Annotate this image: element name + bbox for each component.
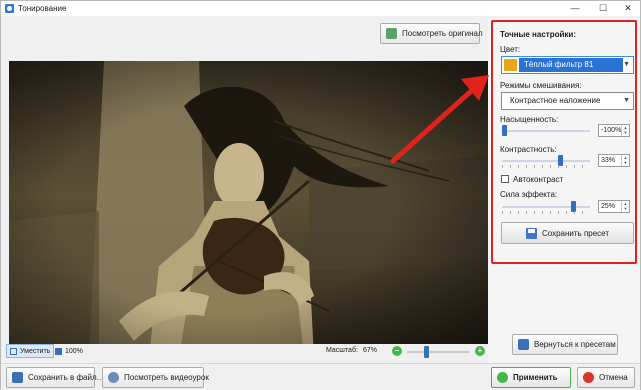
zoom-in-icon[interactable]: +: [475, 346, 485, 356]
zoom-slider-thumb[interactable]: [424, 346, 429, 358]
save-preset-button[interactable]: Сохранить пресет: [501, 222, 634, 244]
watch-video-label: Посмотреть видеоурок: [124, 373, 209, 382]
check-icon: [497, 372, 508, 383]
fine-settings-box: Точные настройки: Цвет: Тёплый фильтр 81…: [491, 20, 637, 264]
color-swatch: [504, 59, 517, 71]
close-button[interactable]: ✕: [618, 1, 638, 16]
scale-value: 67%: [363, 347, 378, 354]
app-icon: [5, 4, 14, 13]
maximize-button[interactable]: ☐: [593, 1, 613, 16]
blend-mode-label: Режимы смешивания:: [500, 81, 582, 90]
back-to-presets-label: Вернуться к пресетам: [534, 340, 616, 349]
zoom-strip: Уместить 100% Масштаб: 67% − +: [4, 344, 488, 359]
fit-icon: [10, 347, 17, 355]
cancel-button[interactable]: Отмена: [577, 367, 635, 388]
cancel-label: Отмена: [599, 373, 628, 382]
apply-label: Применить: [513, 373, 558, 382]
effect-strength-label: Сила эффекта:: [500, 190, 558, 199]
effect-strength-value: 25%: [601, 203, 616, 210]
spin-arrows-icon[interactable]: ▲ ▼: [621, 201, 629, 212]
blend-mode-value: Контрастное наложение: [510, 96, 601, 105]
cancel-icon: [583, 372, 594, 383]
saturation-spinbox[interactable]: -100% ▲ ▼: [598, 124, 630, 137]
window-title: Тонирование: [18, 4, 67, 13]
contrast-spinbox[interactable]: 33% ▲ ▼: [598, 154, 630, 167]
footer-bar: Сохранить в файл... Посмотреть видеоурок…: [1, 363, 640, 390]
effect-strength-ticks: [502, 211, 590, 214]
floppy-disk-icon: [525, 227, 537, 239]
view-original-label: Посмотреть оригинал: [402, 29, 483, 38]
apply-button[interactable]: Применить: [491, 367, 571, 388]
scale-label: Масштаб:: [326, 347, 358, 354]
color-value: Тёплый фильтр 81: [519, 58, 623, 72]
save-to-file-label: Сохранить в файл...: [28, 373, 104, 382]
chevron-down-icon: ▼: [623, 97, 630, 104]
eye-icon: [386, 28, 397, 39]
contrast-slider-ticks: [502, 165, 590, 168]
effect-strength-slider[interactable]: [502, 201, 590, 212]
autocontrast-label: Автоконтраст: [513, 175, 564, 184]
preview-pane: Посмотреть оригинал: [4, 19, 488, 361]
saturation-slider-thumb[interactable]: [502, 125, 507, 136]
back-to-presets-button[interactable]: Вернуться к пресетам: [512, 334, 618, 355]
toned-photo: [9, 61, 488, 357]
color-dropdown[interactable]: Тёплый фильтр 81 ▼: [501, 56, 634, 74]
settings-panel: Точные настройки: Цвет: Тёплый фильтр 81…: [488, 18, 640, 362]
fine-settings-heading: Точные настройки:: [500, 30, 576, 39]
save-to-file-button[interactable]: Сохранить в файл...: [6, 367, 103, 388]
spin-arrows-icon[interactable]: ▲ ▼: [621, 125, 629, 136]
minimize-button[interactable]: —: [565, 1, 585, 16]
effect-strength-spinbox[interactable]: 25% ▲ ▼: [598, 200, 630, 213]
chevron-down-icon: ▼: [623, 61, 630, 68]
view-original-button[interactable]: Посмотреть оригинал: [380, 23, 483, 44]
color-label: Цвет:: [500, 45, 521, 54]
arrow-left-icon: [518, 339, 529, 350]
app-window: Тонирование — ☐ ✕ Посмотреть оригинал Ум…: [0, 0, 641, 390]
contrast-slider[interactable]: [502, 155, 590, 166]
contrast-label: Контрастность:: [500, 145, 557, 154]
spin-arrows-icon[interactable]: ▲ ▼: [621, 155, 629, 166]
fit-label: Уместить: [20, 347, 51, 355]
saturation-value: -100%: [601, 127, 622, 134]
saturation-slider[interactable]: [502, 125, 590, 136]
saturation-label: Насыщенность:: [500, 115, 559, 124]
watch-video-button[interactable]: Посмотреть видеоурок: [102, 367, 209, 388]
zoom-100-label: 100%: [65, 347, 83, 355]
floppy-disk-icon: [12, 372, 23, 383]
zoom-out-icon[interactable]: −: [392, 346, 402, 356]
play-video-icon: [108, 372, 119, 383]
preview-image: [9, 61, 488, 357]
zoom-100-button[interactable]: 100%: [52, 344, 86, 358]
title-bar: Тонирование — ☐ ✕: [1, 1, 640, 16]
zoom-slider-track[interactable]: [407, 351, 469, 353]
autocontrast-checkbox[interactable]: [501, 175, 509, 183]
contrast-value: 33%: [601, 157, 616, 164]
save-preset-label: Сохранить пресет: [541, 228, 610, 238]
blend-mode-dropdown[interactable]: Контрастное наложение ▼: [501, 92, 634, 110]
fit-button[interactable]: Уместить: [6, 344, 55, 358]
actual-size-icon: [55, 347, 62, 355]
